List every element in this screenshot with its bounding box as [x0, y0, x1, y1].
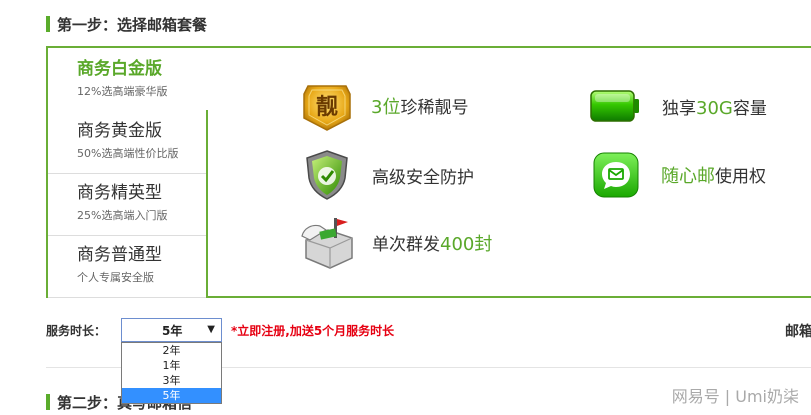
- feature-numbers: 靓 3位珍稀靓号: [300, 80, 468, 132]
- tab-standard-desc: 个人专属安全版: [77, 271, 154, 284]
- tab-standard[interactable]: 商务普通型 个人专属安全版: [48, 236, 208, 298]
- tab-platinum[interactable]: 商务白金版 12%选高端豪华版: [48, 48, 210, 112]
- tab-standard-name: 商务普通型: [77, 245, 162, 265]
- feature-mass-send-prefix: 单次群发: [372, 235, 440, 255]
- tab-elite[interactable]: 商务精英型 25%选高端入门版: [48, 174, 208, 236]
- feature-mobile: 随心邮使用权: [593, 152, 766, 198]
- package-tabs: 商务白金版 12%选高端豪华版 商务黄金版 50%选高端性价比版 商务精英型 2…: [48, 48, 210, 298]
- service-duration-row: 服务时长： 5年 ▼ *立即注册,加送5个月服务时长: [46, 318, 394, 342]
- tab-edge-line: [206, 110, 208, 298]
- tab-elite-desc: 25%选高端入门版: [77, 209, 168, 222]
- feature-numbers-text: 3位珍稀靓号: [371, 93, 468, 119]
- feature-security-text: 高级安全防护: [372, 167, 474, 188]
- step1-title: 第一步：选择邮箱套餐: [57, 15, 208, 34]
- dropdown-option[interactable]: 1年: [122, 358, 221, 373]
- feature-storage: 独享30G容量: [590, 88, 767, 124]
- feature-numbers-highlight: 3位: [371, 97, 401, 118]
- mailbox-icon: [301, 218, 353, 269]
- dropdown-option[interactable]: 3年: [122, 373, 221, 388]
- service-duration-dropdown: 2年 1年 3年 5年: [121, 342, 222, 404]
- feature-storage-highlight: 30G: [696, 97, 733, 119]
- tab-gold-name: 商务黄金版: [77, 121, 162, 141]
- tab-platinum-name: 商务白金版: [77, 59, 162, 79]
- service-duration-select[interactable]: 5年 ▼: [121, 318, 222, 342]
- battery-icon: [590, 90, 639, 122]
- feature-storage-prefix: 独享: [662, 98, 696, 119]
- shield-icon: [306, 150, 348, 200]
- feature-mass-send-text: 单次群发400封: [372, 230, 492, 256]
- feature-mobile-label: 使用权: [715, 167, 766, 187]
- feature-security: 高级安全防护: [300, 148, 474, 202]
- dropdown-option[interactable]: 2年: [122, 343, 221, 358]
- chat-bubble-icon: [593, 152, 639, 198]
- heading-accent-bar: [46, 16, 50, 32]
- tab-gold[interactable]: 商务黄金版 50%选高端性价比版: [48, 112, 208, 174]
- feature-mobile-text: 随心邮使用权: [661, 162, 766, 188]
- crown-badge-icon: 靓: [303, 85, 351, 131]
- tab-elite-name: 商务精英型: [77, 183, 162, 203]
- service-duration-value: 5年: [162, 323, 183, 338]
- feature-numbers-label: 珍稀靓号: [400, 98, 469, 118]
- service-duration-label: 服务时长：: [46, 323, 107, 338]
- feature-mobile-highlight: 随心邮: [661, 166, 715, 187]
- tab-platinum-desc: 12%选高端豪华版: [77, 85, 168, 98]
- watermark: 网易号 | Umi奶柒: [671, 387, 799, 406]
- feature-storage-label: 容量: [732, 98, 767, 119]
- tab-gold-desc: 50%选高端性价比版: [77, 147, 179, 160]
- dropdown-option-selected[interactable]: 5年: [122, 388, 221, 403]
- heading-accent-bar: [46, 394, 50, 410]
- feature-mass-send: 单次群发400封: [298, 216, 492, 270]
- truncated-right-label: 邮箱: [785, 324, 811, 340]
- step1-heading: 第一步：选择邮箱套餐: [46, 14, 207, 34]
- chevron-down-icon: ▼: [207, 324, 215, 335]
- crown-badge-char: 靓: [316, 95, 338, 120]
- feature-storage-text: 独享30G容量: [662, 94, 767, 119]
- feature-mass-send-highlight: 400封: [440, 234, 493, 255]
- promo-text: *立即注册,加送5个月服务时长: [231, 323, 395, 338]
